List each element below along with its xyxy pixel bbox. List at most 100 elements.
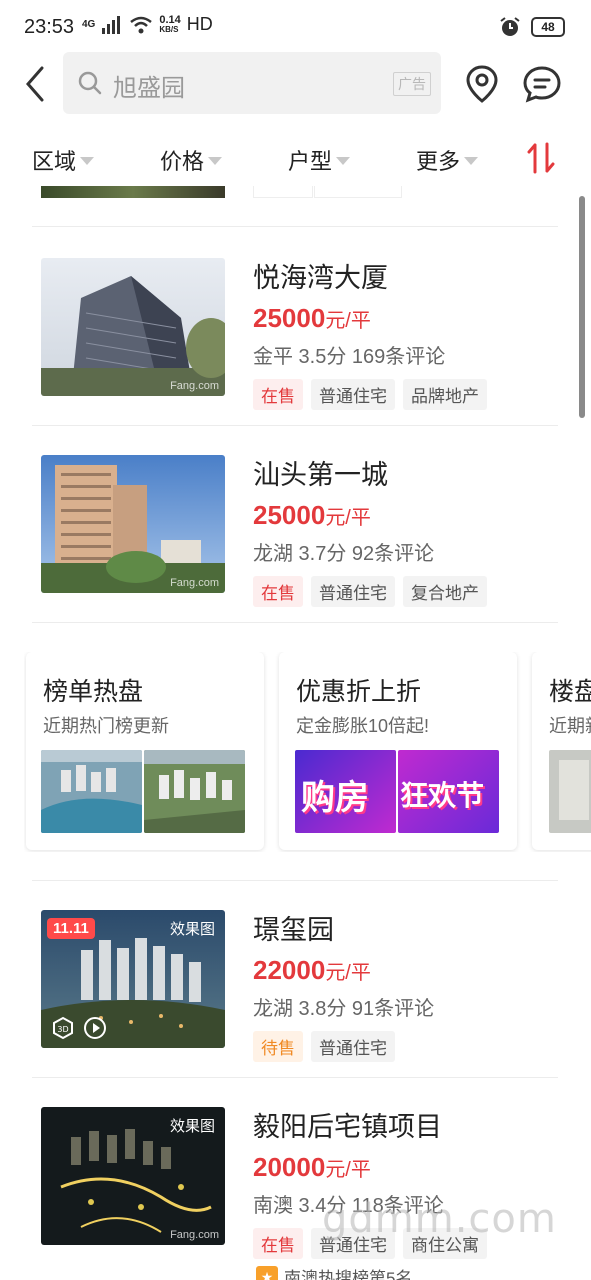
- star-icon: ★: [256, 1265, 278, 1280]
- 3d-view-icon[interactable]: 3D: [51, 1016, 75, 1040]
- tag: 普通住宅: [311, 576, 395, 607]
- battery-indicator: 48: [531, 17, 565, 37]
- play-icon[interactable]: [83, 1016, 107, 1040]
- tag: 复合地产: [403, 576, 487, 607]
- network-label: 4G: [82, 19, 96, 30]
- promo-text: 购房: [301, 779, 369, 817]
- list-item[interactable]: Fang.com 汕头第一城 25000元/平 龙湖 3.7分 92条评论 在售…: [32, 425, 558, 623]
- location-button[interactable]: [462, 64, 502, 109]
- card-image: [144, 750, 245, 833]
- list-item-partial[interactable]: [32, 186, 558, 227]
- promo-text: 狂欢节: [400, 780, 485, 811]
- search-query: 旭盛园: [113, 75, 185, 102]
- listing-price: 25000元/平: [253, 303, 487, 334]
- price-value: 22000: [253, 955, 326, 985]
- search-input[interactable]: 旭盛园 广告: [63, 52, 441, 114]
- image-watermark: Fang.com: [170, 1229, 219, 1241]
- status-badge: 在售: [253, 1228, 303, 1259]
- tag: 普通住宅: [311, 1031, 395, 1062]
- promo-card-more[interactable]: 楼盘 近期新: [532, 652, 591, 850]
- status-badge: 在售: [253, 379, 303, 410]
- card-title: 楼盘: [549, 678, 591, 706]
- tag: 品牌地产: [403, 379, 487, 410]
- price-value: 25000: [253, 500, 326, 530]
- tag-partial: [253, 186, 313, 198]
- filter-bar: 区域 价格 户型 更多: [0, 134, 591, 186]
- speed-unit: KB/S: [159, 24, 179, 34]
- card-subtitle: 近期新: [549, 716, 591, 736]
- divider: [32, 880, 558, 881]
- filter-layout[interactable]: 户型: [288, 144, 351, 176]
- price-value: 20000: [253, 1152, 326, 1182]
- card-subtitle: 近期热门榜更新: [43, 716, 169, 736]
- card-title: 优惠折上折: [296, 678, 422, 706]
- tag: 普通住宅: [311, 379, 395, 410]
- listing-name: 汕头第一城: [253, 460, 388, 490]
- status-badge: 待售: [253, 1031, 303, 1062]
- card-image: 购房: [295, 750, 396, 833]
- wifi-icon: [130, 16, 153, 33]
- list-item[interactable]: 11.11 效果图 3D 璟玺园 22000元/平 龙湖 3.8分 91条评论 …: [32, 880, 558, 1078]
- listing-thumbnail: Fang.com: [41, 455, 225, 593]
- list-item[interactable]: 效果图 Fang.com 毅阳后宅镇项目 20000元/平 南澳 3.4分 11…: [32, 1077, 558, 1280]
- price-unit: 元/平: [325, 962, 371, 984]
- aerial-image: [41, 750, 142, 833]
- search-header: 旭盛园 广告: [0, 52, 591, 116]
- net-speed: 0.14 KB/S: [159, 13, 181, 35]
- aerial-image: [144, 750, 245, 833]
- message-button[interactable]: [522, 64, 562, 109]
- card-image: 狂欢节: [398, 750, 499, 833]
- promo-card-hot[interactable]: 榜单热盘 近期热门榜更新: [26, 652, 264, 850]
- listing-name: 璟玺园: [253, 915, 334, 945]
- promo-carousel[interactable]: 榜单热盘 近期热门榜更新 优惠折上折 定金膨胀10倍起! 购房 狂欢节 楼盘 近…: [24, 652, 591, 852]
- status-time: 23:53: [24, 16, 75, 38]
- dropdown-arrow-icon: [208, 157, 223, 165]
- listing-name: 毅阳后宅镇项目: [253, 1112, 442, 1142]
- list-item[interactable]: Fang.com 悦海湾大厦 25000元/平 金平 3.5分 169条评论 在…: [32, 226, 558, 426]
- card-image: [549, 750, 591, 833]
- card-subtitle: 定金膨胀10倍起!: [296, 716, 430, 736]
- filter-label: 区域: [32, 149, 77, 174]
- listing-thumbnail: 11.11 效果图 3D: [41, 910, 225, 1048]
- listing-tags: 在售 普通住宅 品牌地产: [253, 379, 487, 410]
- speed-value: 0.14: [159, 13, 181, 26]
- sort-button[interactable]: [526, 140, 556, 181]
- listing-price: 22000元/平: [253, 955, 434, 986]
- sort-arrows-icon: [527, 142, 555, 174]
- filter-region[interactable]: 区域: [32, 144, 95, 176]
- listing-thumbnail: 效果图 Fang.com: [41, 1107, 225, 1245]
- listing-info: 悦海湾大厦 25000元/平 金平 3.5分 169条评论 在售 普通住宅 品牌…: [253, 256, 487, 410]
- filter-price[interactable]: 价格: [160, 144, 223, 176]
- image-watermark: Fang.com: [170, 380, 219, 392]
- rendering-label: 效果图: [169, 1118, 215, 1135]
- filter-label: 价格: [160, 149, 205, 174]
- ranking-hint[interactable]: ★ 南澳热搜榜第5名: [256, 1264, 412, 1280]
- dropdown-arrow-icon: [336, 157, 351, 165]
- promo-card-discount[interactable]: 优惠折上折 定金膨胀10倍起! 购房 狂欢节: [279, 652, 517, 850]
- divider: [32, 622, 558, 623]
- ranking-text: 南澳热搜榜第5名: [284, 1269, 413, 1280]
- dropdown-arrow-icon: [80, 157, 95, 165]
- back-button[interactable]: [20, 62, 52, 106]
- alarm-icon: [500, 17, 520, 36]
- building-image: [41, 455, 225, 593]
- status-right: 48: [499, 16, 565, 38]
- listing-price: 20000元/平: [253, 1152, 487, 1183]
- filter-label: 户型: [288, 149, 333, 174]
- chevron-left-icon: [26, 66, 44, 102]
- image-watermark: Fang.com: [170, 577, 219, 589]
- dropdown-arrow-icon: [464, 157, 479, 165]
- location-pin-icon: [466, 65, 498, 103]
- price-value: 25000: [253, 303, 326, 333]
- price-unit: 元/平: [325, 1159, 371, 1181]
- listing-meta: 金平 3.5分 169条评论: [253, 346, 446, 368]
- listing-tags: 待售 普通住宅: [253, 1031, 434, 1062]
- price-unit: 元/平: [325, 507, 371, 529]
- listing-thumbnail: Fang.com: [41, 258, 225, 396]
- filter-label: 更多: [416, 149, 461, 174]
- svg-text:3D: 3D: [57, 1025, 68, 1034]
- status-icons: 4G 0.14 KB/S HD: [82, 14, 213, 35]
- listing-info: 璟玺园 22000元/平 龙湖 3.8分 91条评论 待售 普通住宅: [253, 908, 434, 1062]
- filter-more[interactable]: 更多: [416, 144, 479, 176]
- scrollbar[interactable]: [579, 196, 585, 418]
